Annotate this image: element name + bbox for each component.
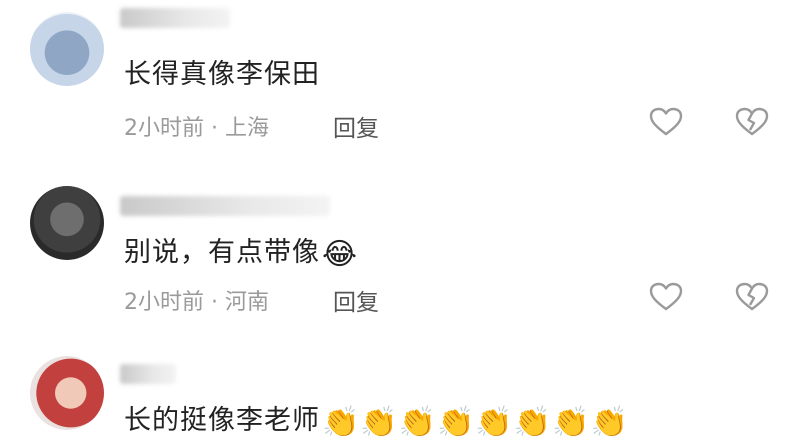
dislike-broken-heart-icon[interactable] <box>735 282 769 312</box>
comment-text: 别说，有点带像😂 <box>124 230 358 272</box>
comment-text: 长的挺像李老师👏👏👏👏👏👏👏👏 <box>124 398 629 440</box>
comment-meta: 2小时前 · 上海 <box>124 116 269 141</box>
reply-button[interactable]: 回复 <box>333 283 379 317</box>
username-blurred[interactable] <box>120 364 176 384</box>
avatar[interactable] <box>30 12 104 86</box>
reply-button[interactable]: 回复 <box>333 109 379 143</box>
username-blurred[interactable] <box>120 8 230 28</box>
comment-text-body: 长的挺像李老师 <box>124 405 320 436</box>
comment-text-body: 别说，有点带像 <box>124 237 320 268</box>
username-blurred[interactable] <box>120 196 330 216</box>
comment-text: 长得真像李保田 <box>124 59 320 90</box>
like-heart-icon[interactable] <box>649 282 683 312</box>
like-heart-icon[interactable] <box>649 107 683 137</box>
avatar[interactable] <box>30 186 104 260</box>
avatar[interactable] <box>30 356 104 430</box>
clapping-hands-emoji-icon: 👏👏👏👏👏👏👏👏 <box>322 405 629 440</box>
dislike-broken-heart-icon[interactable] <box>735 107 769 137</box>
laughing-emoji-icon: 😂 <box>322 237 359 272</box>
comment-meta: 2小时前 · 河南 <box>124 290 269 315</box>
